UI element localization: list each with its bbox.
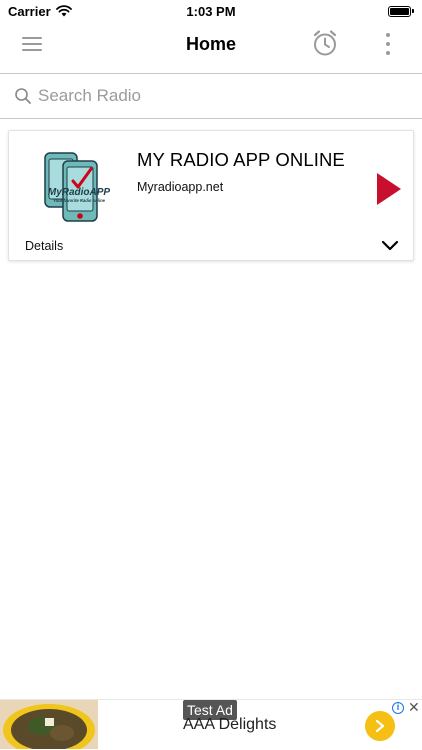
battery-icon	[388, 5, 414, 17]
info-icon[interactable]: i	[392, 702, 404, 714]
station-logo: MyRadioAPP Your favorite Radio online	[44, 152, 111, 222]
nav-bar: Home	[0, 22, 422, 66]
station-card[interactable]: MyRadioAPP Your favorite Radio online MY…	[8, 130, 414, 261]
ad-headline[interactable]: AAA Delights	[183, 716, 276, 734]
page-title: Home	[185, 33, 236, 54]
station-name: MY RADIO APP ONLINE	[137, 149, 345, 170]
menu-icon[interactable]	[22, 34, 42, 54]
ad-banner[interactable]: Test Ad AAA Delights i ✕	[0, 699, 422, 749]
ad-image[interactable]	[0, 700, 98, 749]
svg-text:Your favorite Radio online: Your favorite Radio online	[53, 198, 106, 203]
search-icon	[15, 88, 31, 104]
chevron-down-icon[interactable]	[381, 239, 399, 253]
search-bar	[0, 73, 422, 119]
chevron-right-icon[interactable]	[365, 711, 395, 741]
play-icon[interactable]	[375, 171, 403, 207]
close-icon[interactable]: ✕	[408, 700, 420, 714]
svg-text:MyRadioAPP: MyRadioAPP	[48, 187, 111, 198]
carrier-label: Carrier	[8, 3, 51, 19]
status-bar: Carrier 1:03 PM	[0, 0, 422, 22]
search-input[interactable]	[38, 86, 398, 106]
status-left: Carrier	[8, 4, 72, 19]
station-url: Myradioapp.net	[137, 180, 224, 194]
alarm-clock-icon[interactable]	[310, 28, 340, 58]
wifi-icon	[55, 5, 72, 17]
details-label[interactable]: Details	[25, 239, 63, 253]
more-vertical-icon[interactable]	[380, 30, 396, 58]
